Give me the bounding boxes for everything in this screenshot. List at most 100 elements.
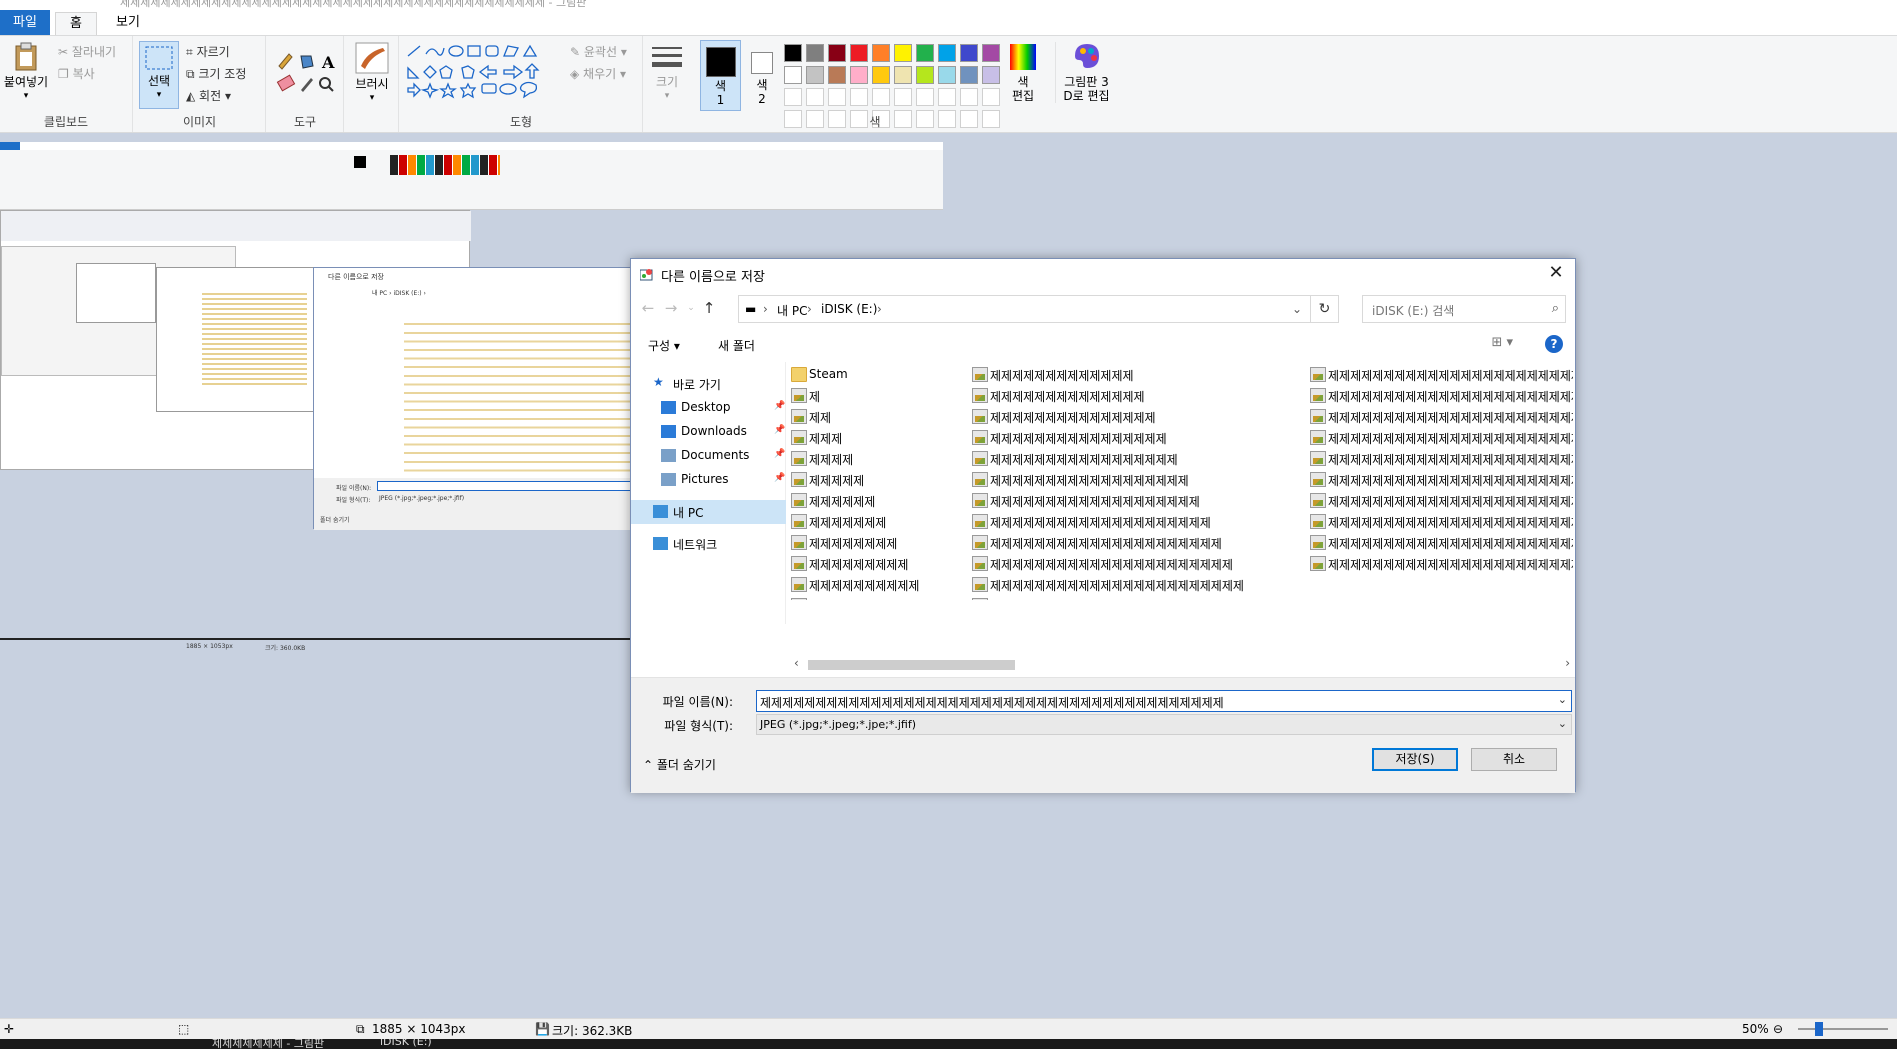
palette-swatch[interactable] bbox=[938, 88, 956, 106]
palette-swatch[interactable] bbox=[960, 66, 978, 84]
tab-file[interactable]: 파일 bbox=[0, 10, 50, 35]
palette-swatch[interactable] bbox=[806, 66, 824, 84]
palette-swatch[interactable] bbox=[960, 44, 978, 62]
fill-bucket-icon[interactable] bbox=[300, 55, 314, 69]
scroll-left-icon[interactable]: ‹ bbox=[794, 656, 799, 670]
select-button[interactable]: 선택 ▾ bbox=[139, 41, 179, 109]
nav-item[interactable]: Documents 📌 bbox=[631, 444, 786, 468]
edit-colors-button[interactable]: 색 편집 bbox=[1005, 42, 1041, 103]
zoom-out-icon[interactable]: ⊖ bbox=[1773, 1022, 1783, 1036]
palette-swatch[interactable] bbox=[938, 44, 956, 62]
paste-button[interactable]: 붙여넣기 ▾ bbox=[2, 42, 50, 103]
palette-swatch[interactable] bbox=[872, 44, 890, 62]
nested-palette bbox=[390, 155, 500, 175]
cut-button[interactable]: ✂ 잘라내기 bbox=[58, 43, 116, 60]
palette-swatch[interactable] bbox=[894, 44, 912, 62]
palette-swatch[interactable] bbox=[850, 88, 868, 106]
organize-button[interactable]: 구성 ▾ bbox=[648, 337, 680, 354]
palette-swatch[interactable] bbox=[806, 44, 824, 62]
magnifier-icon[interactable] bbox=[319, 77, 331, 89]
nav-item[interactable]: 네트워크 bbox=[631, 532, 786, 556]
palette-swatch[interactable] bbox=[872, 66, 890, 84]
palette-swatch[interactable] bbox=[872, 88, 890, 106]
pin-icon[interactable]: 📌 bbox=[774, 425, 785, 435]
palette-swatch[interactable] bbox=[982, 44, 1000, 62]
palette-swatch[interactable] bbox=[982, 66, 1000, 84]
help-icon[interactable]: ? bbox=[1545, 335, 1563, 353]
zoom-slider-track[interactable] bbox=[1798, 1028, 1888, 1030]
color-picker-icon[interactable] bbox=[301, 78, 313, 92]
palette-swatch[interactable] bbox=[784, 88, 802, 106]
palette-swatch[interactable] bbox=[828, 66, 846, 84]
new-folder-button[interactable]: 새 폴더 bbox=[718, 337, 755, 354]
close-icon[interactable]: ✕ bbox=[1545, 262, 1567, 284]
recent-chevron-icon[interactable]: ⌄ bbox=[681, 298, 701, 318]
eraser-icon[interactable] bbox=[276, 74, 296, 92]
palette-swatch[interactable] bbox=[960, 88, 978, 106]
nav-item[interactable]: Downloads 📌 bbox=[631, 420, 786, 444]
color2-button[interactable]: 색 2 bbox=[744, 40, 780, 106]
crop-button[interactable]: ⌗ 자르기 bbox=[186, 43, 230, 60]
palette-swatch[interactable] bbox=[894, 66, 912, 84]
brushes-button[interactable]: 브러시 ▾ bbox=[349, 42, 395, 105]
horizontal-scrollbar[interactable]: ‹ › bbox=[791, 656, 1573, 673]
breadcrumb-idisk[interactable]: iDISK (E:) bbox=[821, 302, 877, 316]
address-bar[interactable]: ▬ › 내 PC › iDISK (E:) › ⌄ bbox=[738, 295, 1311, 323]
palette-swatch[interactable] bbox=[784, 66, 802, 84]
taskbar-item-explorer[interactable]: iDISK (E:) bbox=[380, 1039, 432, 1048]
color1-button[interactable]: 색 1 bbox=[700, 40, 741, 111]
nav-item-label: 바로 가기 bbox=[673, 378, 721, 392]
breadcrumb-this-pc[interactable]: 내 PC bbox=[777, 302, 807, 319]
nav-item[interactable]: Desktop 📌 bbox=[631, 396, 786, 420]
filetype-select[interactable]: JPEG (*.jpg;*.jpeg;*.jpe;*.jfif) ⌄ bbox=[756, 714, 1572, 735]
filename-dropdown-icon[interactable]: ⌄ bbox=[1558, 693, 1567, 706]
cancel-button[interactable]: 취소 bbox=[1471, 748, 1557, 771]
tab-home[interactable]: 홈 bbox=[55, 12, 97, 35]
zoom-slider-thumb[interactable] bbox=[1815, 1022, 1823, 1036]
up-arrow-icon[interactable]: ↑ bbox=[699, 298, 719, 318]
outline-button[interactable]: ✎ 윤곽선 ▾ bbox=[570, 43, 627, 60]
search-input[interactable]: iDISK (E:) 검색 ⌕ bbox=[1362, 295, 1566, 323]
pin-icon[interactable]: 📌 bbox=[774, 449, 785, 459]
paint3d-button[interactable]: 그림판 3 D로 편집 bbox=[1055, 42, 1113, 103]
pencil-icon[interactable] bbox=[278, 53, 293, 70]
rotate-button[interactable]: ◭ 회전 ▾ bbox=[186, 87, 231, 104]
palette-swatch[interactable] bbox=[828, 44, 846, 62]
pin-icon[interactable]: 📌 bbox=[774, 473, 785, 483]
fill-button[interactable]: ◈ 채우기 ▾ bbox=[570, 65, 626, 82]
palette-swatch[interactable] bbox=[806, 88, 824, 106]
palette-swatch[interactable] bbox=[850, 66, 868, 84]
nav-item[interactable]: 내 PC bbox=[631, 500, 786, 524]
copy-button[interactable]: ❐ 복사 bbox=[58, 65, 95, 82]
hide-folders-button[interactable]: ⌃ 폴더 숨기기 bbox=[643, 756, 716, 773]
refresh-icon[interactable]: ↻ bbox=[1311, 295, 1339, 323]
filename-input[interactable]: 제제제제제제제제제제제제제제제제제제제제제제제제제제제제제제제제제제제제제제제제… bbox=[756, 690, 1572, 712]
palette-swatch[interactable] bbox=[828, 88, 846, 106]
palette-swatch[interactable] bbox=[916, 66, 934, 84]
palette-swatch[interactable] bbox=[916, 44, 934, 62]
palette-swatch[interactable] bbox=[938, 66, 956, 84]
save-button[interactable]: 저장(S) bbox=[1372, 748, 1458, 771]
palette-swatch[interactable] bbox=[916, 88, 934, 106]
filetype-dropdown-icon[interactable]: ⌄ bbox=[1558, 717, 1567, 730]
forward-arrow-icon[interactable]: → bbox=[661, 298, 681, 318]
palette-swatch[interactable] bbox=[982, 88, 1000, 106]
tab-view[interactable]: 보기 bbox=[102, 12, 154, 35]
file-name: 제제제제제제제제제제제제제제제제제제제제제제제제제제 bbox=[1328, 369, 1573, 383]
scrollbar-thumb[interactable] bbox=[808, 660, 1015, 670]
taskbar-item-paint[interactable]: 제제제제제제제 - 그림판 bbox=[212, 1039, 324, 1049]
palette-swatch[interactable] bbox=[894, 88, 912, 106]
scroll-right-icon[interactable]: › bbox=[1565, 656, 1570, 670]
nav-item[interactable]: ★ 바로 가기 bbox=[631, 372, 786, 396]
back-arrow-icon[interactable]: ← bbox=[638, 298, 658, 318]
pin-icon[interactable]: 📌 bbox=[774, 401, 785, 411]
nav-item[interactable]: Pictures 📌 bbox=[631, 468, 786, 492]
palette-swatch[interactable] bbox=[850, 44, 868, 62]
view-options-icon[interactable]: ⊞ ▾ bbox=[1491, 335, 1513, 350]
resize-button[interactable]: ⧉ 크기 조정 bbox=[186, 65, 246, 82]
shapes-gallery[interactable] bbox=[404, 44, 554, 102]
palette-swatch[interactable] bbox=[784, 44, 802, 62]
text-tool-icon[interactable]: A bbox=[321, 53, 335, 72]
size-button[interactable]: 크기 ▾ bbox=[647, 44, 687, 103]
address-dropdown-icon[interactable]: ⌄ bbox=[1292, 302, 1302, 316]
